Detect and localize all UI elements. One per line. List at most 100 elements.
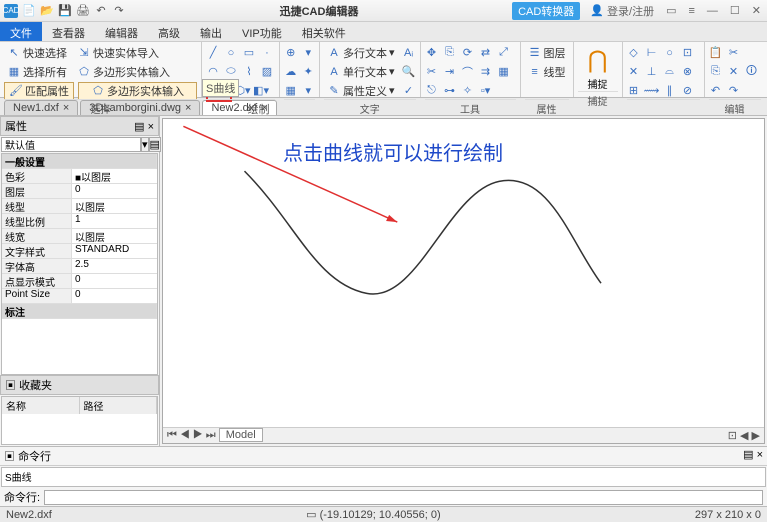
cut-icon[interactable]: ✂ bbox=[727, 46, 741, 60]
quick-import-button[interactable]: ⇲快速实体导入 bbox=[74, 45, 162, 61]
snap-magnet-icon[interactable]: ⋂ bbox=[582, 44, 614, 76]
prop-icon[interactable]: 🛈 bbox=[745, 65, 759, 79]
spline-curve[interactable] bbox=[244, 171, 601, 294]
prop-row[interactable]: 图层0 bbox=[2, 184, 157, 199]
layer-button[interactable]: ☰图层 bbox=[525, 45, 569, 61]
help-icon[interactable]: ▭ bbox=[664, 4, 678, 17]
prop-value[interactable]: 1 bbox=[72, 214, 157, 228]
snap-mid-icon[interactable]: ⊢ bbox=[645, 46, 659, 60]
prop-section[interactable]: 一般设置 bbox=[2, 154, 157, 169]
redo2-icon[interactable]: ↷ bbox=[727, 84, 741, 98]
snap-app-icon[interactable]: ⊞ bbox=[627, 84, 641, 98]
status-flag-icon[interactable]: ▭ bbox=[306, 509, 316, 521]
command-input[interactable] bbox=[44, 490, 763, 505]
offset-icon[interactable]: ⇉ bbox=[479, 65, 493, 79]
mtext-button[interactable]: A多行文本▾ bbox=[324, 45, 398, 61]
tab-nav-next-icon[interactable]: ▶ bbox=[193, 429, 203, 441]
prop-value[interactable]: 2.5 bbox=[72, 259, 157, 273]
snap-cen-icon[interactable]: ○ bbox=[663, 46, 677, 60]
new-icon[interactable]: 📄 bbox=[22, 4, 36, 18]
command-history[interactable]: S曲线 bbox=[1, 467, 766, 487]
prop-value[interactable]: ■以图层 bbox=[72, 169, 157, 183]
prop-row[interactable]: 线型比例1 bbox=[2, 214, 157, 229]
tab-file[interactable]: 文件 bbox=[0, 22, 42, 41]
prop-value[interactable]: STANDARD bbox=[72, 244, 157, 258]
scroll-left-icon[interactable]: ⊡ bbox=[728, 430, 737, 442]
snap-par-icon[interactable]: ∥ bbox=[663, 84, 677, 98]
cad-converter-button[interactable]: CAD转换器 bbox=[512, 2, 580, 20]
copy2-icon[interactable]: ⎘ bbox=[709, 65, 723, 79]
move-icon[interactable]: ✥ bbox=[425, 46, 439, 60]
rect-icon[interactable]: ▭ bbox=[242, 46, 256, 60]
line-icon[interactable]: ╱ bbox=[206, 46, 220, 60]
prop-row[interactable]: 文字样式STANDARD bbox=[2, 244, 157, 259]
cmd-close-icon[interactable]: ▤ × bbox=[743, 448, 763, 464]
prop-value[interactable]: 以图层 bbox=[72, 199, 157, 213]
fav-col-name[interactable]: 名称 bbox=[2, 397, 80, 414]
dim2-icon[interactable]: ▾ bbox=[302, 46, 316, 60]
break-icon[interactable]: ⎋ bbox=[425, 84, 439, 98]
tab-nav-last-icon[interactable]: ⏭ bbox=[206, 429, 216, 441]
arc-icon[interactable]: ◠ bbox=[206, 65, 220, 79]
print-icon[interactable]: 🖨 bbox=[76, 4, 90, 18]
favorites-title[interactable]: ▣ 收藏夹 bbox=[0, 375, 159, 395]
prop-row[interactable]: 字体高2.5 bbox=[2, 259, 157, 274]
hatch-icon[interactable]: ▨ bbox=[260, 65, 274, 79]
login-button[interactable]: 👤 登录/注册 bbox=[590, 3, 654, 19]
misc-draw-icon[interactable]: ◧▾ bbox=[254, 84, 268, 98]
del-icon[interactable]: ✕ bbox=[727, 65, 741, 79]
point-icon[interactable]: · bbox=[260, 46, 274, 60]
paste-icon[interactable]: 📋 bbox=[709, 46, 723, 60]
tab-related[interactable]: 相关软件 bbox=[292, 22, 356, 41]
text-style-icon[interactable]: Aᵢ bbox=[402, 46, 416, 60]
tab-nav-prev-icon[interactable]: ◀ bbox=[180, 429, 190, 441]
snap-int-icon[interactable]: ✕ bbox=[627, 65, 641, 79]
open-icon[interactable]: 📂 bbox=[40, 4, 54, 18]
linetype-button[interactable]: ≡线型 bbox=[525, 64, 569, 80]
more-icon[interactable]: ▾ bbox=[302, 84, 316, 98]
trim-icon[interactable]: ✂ bbox=[425, 65, 439, 79]
snap-ext-icon[interactable]: ⟿ bbox=[645, 84, 659, 98]
prop-row[interactable]: 色彩■以图层 bbox=[2, 169, 157, 184]
redo-icon[interactable]: ↷ bbox=[112, 4, 126, 18]
settings-icon[interactable]: ≡ bbox=[686, 5, 696, 17]
match-prop-button[interactable]: 🖌匹配属性 bbox=[4, 82, 74, 100]
default-input[interactable] bbox=[1, 137, 141, 152]
save-icon[interactable]: 💾 bbox=[58, 4, 72, 18]
prop-row[interactable]: 线宽以图层 bbox=[2, 229, 157, 244]
mirror-icon[interactable]: ⇄ bbox=[479, 46, 493, 60]
group-icon[interactable]: ▦ bbox=[284, 84, 298, 98]
minimize-icon[interactable]: — bbox=[705, 5, 720, 17]
extend-icon[interactable]: ⇥ bbox=[443, 65, 457, 79]
tab-vip[interactable]: VIP功能 bbox=[232, 22, 292, 41]
prop-value[interactable]: 0 bbox=[72, 289, 157, 303]
snap-none-icon[interactable]: ⊘ bbox=[681, 84, 695, 98]
prop-row[interactable]: 线型以图层 bbox=[2, 199, 157, 214]
fav-col-path[interactable]: 路径 bbox=[80, 397, 158, 414]
dim-icon[interactable]: ⊕ bbox=[284, 46, 298, 60]
rotate-icon[interactable]: ⟳ bbox=[461, 46, 475, 60]
snap-end-icon[interactable]: ◇ bbox=[627, 46, 641, 60]
close-icon[interactable]: ✕ bbox=[750, 4, 763, 17]
quick-select-button[interactable]: ↖快速选择 bbox=[4, 45, 70, 61]
fillet-icon[interactable]: ⌒ bbox=[461, 65, 475, 79]
find-icon[interactable]: 🔍 bbox=[402, 65, 416, 79]
tab-viewer[interactable]: 查看器 bbox=[42, 22, 95, 41]
block-icon[interactable]: ▫▾ bbox=[479, 84, 493, 98]
array-icon[interactable]: ▦ bbox=[497, 65, 511, 79]
explode-icon[interactable]: ✧ bbox=[461, 84, 475, 98]
panel-close-icon[interactable]: ▤ × bbox=[134, 120, 154, 133]
stext-button[interactable]: A单行文本▾ bbox=[324, 64, 398, 80]
poly-entity-button[interactable]: ⬠多边形实体输入 bbox=[78, 82, 197, 100]
polyline-icon[interactable]: ⌇ bbox=[242, 65, 256, 79]
snap-node-icon[interactable]: ⊡ bbox=[681, 46, 695, 60]
star-icon[interactable]: ✦ bbox=[302, 65, 316, 79]
attdef-button[interactable]: ✎属性定义▾ bbox=[324, 83, 398, 99]
circle-icon[interactable]: ○ bbox=[224, 46, 238, 60]
undo-icon[interactable]: ↶ bbox=[94, 4, 108, 18]
cloud-icon[interactable]: ☁ bbox=[284, 65, 298, 79]
copy-icon[interactable]: ⎘ bbox=[443, 46, 457, 60]
snap-near-icon[interactable]: ⊗ bbox=[681, 65, 695, 79]
tab-output[interactable]: 输出 bbox=[190, 22, 232, 41]
snap-tan-icon[interactable]: ⌓ bbox=[663, 65, 677, 79]
